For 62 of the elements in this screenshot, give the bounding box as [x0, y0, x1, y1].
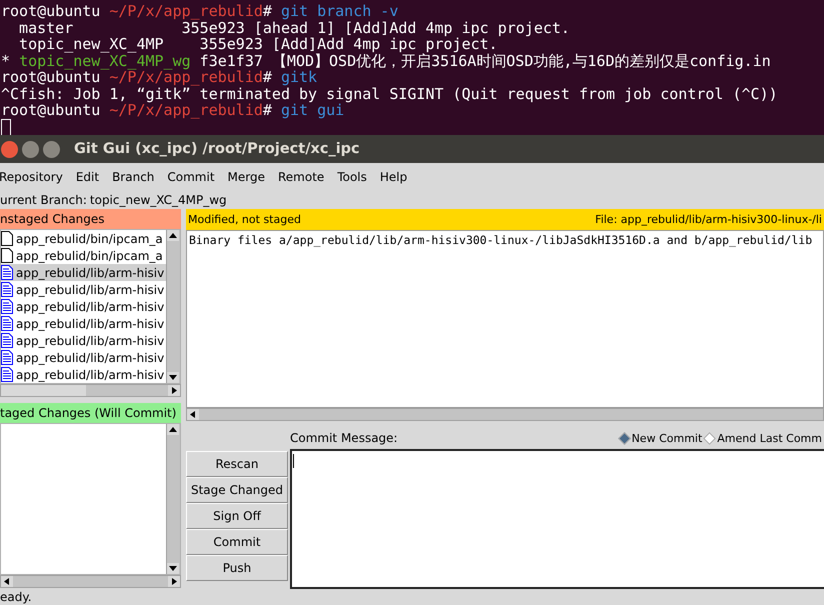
- branch-label: urrent Branch:: [0, 192, 87, 206]
- file-row[interactable]: app_rebulid/lib/arm-hisiv: [1, 332, 166, 349]
- file-row[interactable]: app_rebulid/bin/ipcam_a: [1, 230, 166, 247]
- menu-item[interactable]: Edit: [76, 170, 106, 184]
- commit-message-label: Commit Message:: [290, 431, 398, 445]
- menu-item[interactable]: Remote: [278, 170, 332, 184]
- terminal-text: ~/P/x/app_rebulid: [108, 3, 263, 20]
- action-button[interactable]: Rescan: [186, 451, 288, 477]
- terminal-text: #: [262, 69, 272, 86]
- terminal-text: ~/P/x/app_rebulid: [109, 69, 263, 86]
- menu-item[interactable]: Branch: [112, 170, 162, 184]
- menu-item[interactable]: Help: [380, 170, 414, 184]
- menu-item[interactable]: Merge: [228, 170, 272, 184]
- terminal-text: git branch -v: [280, 3, 398, 20]
- terminal-text: git gui: [280, 102, 344, 118]
- file-row[interactable]: app_rebulid/lib/arm-hisiv: [1, 349, 166, 366]
- menu-item[interactable]: Tools: [337, 170, 374, 184]
- close-icon[interactable]: [1, 140, 18, 158]
- minimize-icon[interactable]: [22, 140, 39, 158]
- branch-name: topic_new_XC_4MP_wg: [90, 192, 227, 206]
- terminal-text: f3e1f37 【MOD】OSD优化，开启3516A时间OSD功能,与16D的差别仅是config.in: [198, 52, 771, 69]
- file-row[interactable]: app_rebulid/lib/arm-hisiv: [1, 315, 166, 332]
- terminal-text: gitk: [280, 69, 318, 86]
- diff-line: Binary files a/app_rebulid/lib/arm-hisiv300-linux-/libJaSdkHI3516D.a and b/app_rebulid/lib: [189, 233, 814, 247]
- action-button[interactable]: Commit: [186, 529, 288, 555]
- terminal-text: #: [262, 3, 272, 20]
- vertical-scrollbar[interactable]: [166, 424, 180, 574]
- action-button[interactable]: Stage Changed: [186, 477, 288, 503]
- terminal-text: root@ubuntu: [1, 69, 100, 86]
- vertical-scrollbar[interactable]: [166, 230, 180, 383]
- unstaged-header: nstaged Changes: [0, 209, 181, 229]
- terminal-text: ~/P/x/app_rebulid: [108, 102, 263, 118]
- window-title: Git Gui (xc_ipc) /root/Project/xc_ipc: [74, 141, 360, 157]
- terminal-text: ^Cfish: Job 1, “gitk” terminated by signal SIGINT (Quit request from job control (^C)): [1, 86, 778, 102]
- file-row[interactable]: app_rebulid/bin/ipcam_a: [1, 247, 166, 264]
- diff-status: Modified, not staged: [188, 213, 301, 226]
- menu-item[interactable]: Repository: [0, 170, 70, 184]
- diff-file: File: app_rebulid/lib/arm-hisiv300-linux-/li: [595, 213, 822, 226]
- terminal-text: root@ubuntu: [1, 3, 100, 20]
- up-arrow-icon[interactable]: [167, 424, 179, 435]
- commit-mode-radio[interactable]: Amend Last Comm: [705, 432, 822, 444]
- down-arrow-icon[interactable]: [167, 372, 179, 383]
- down-arrow-icon[interactable]: [167, 563, 179, 574]
- terminal-text: master 355e923 [ahead 1] [Add]Add 4mp ipc project.: [18, 20, 570, 36]
- up-arrow-icon[interactable]: [167, 230, 179, 241]
- file-row[interactable]: app_rebulid/lib/arm-hisiv: [1, 281, 166, 298]
- terminal-text: #: [262, 102, 272, 118]
- menu-item[interactable]: Commit: [167, 170, 222, 184]
- status-text: eady.: [0, 589, 33, 605]
- terminal-text: *: [1, 52, 12, 69]
- commit-mode-radio[interactable]: New Commit: [620, 432, 702, 444]
- action-button[interactable]: Sign Off: [186, 503, 288, 529]
- terminal-text: topic_new_XC_4MP 355e923 [Add]Add 4mp ipc project.: [18, 36, 498, 52]
- terminal-text: topic_new_XC_4MP_wg: [19, 52, 191, 69]
- commit-message-field[interactable]: [290, 449, 824, 589]
- staged-header: taged Changes (Will Commit): [0, 403, 181, 423]
- file-row[interactable]: app_rebulid/lib/arm-hisiv: [1, 264, 166, 281]
- maximize-icon[interactable]: [43, 140, 60, 158]
- file-row[interactable]: app_rebulid/lib/arm-hisiv: [1, 298, 166, 315]
- file-row[interactable]: app_rebulid/lib/arm-hisiv: [1, 366, 166, 383]
- terminal-text: root@ubuntu: [1, 102, 100, 118]
- action-button[interactable]: Push: [186, 555, 288, 581]
